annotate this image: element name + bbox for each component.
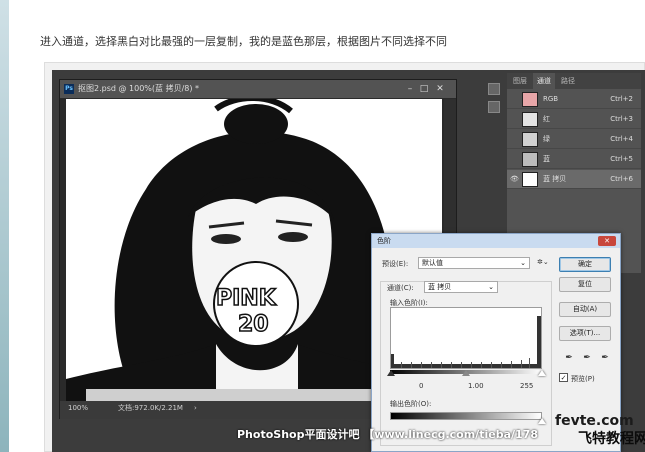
zoom-level[interactable]: 100% xyxy=(68,401,88,415)
chevron-down-icon: ⌄ xyxy=(488,283,494,291)
visibility-toggle-icon[interactable] xyxy=(510,115,519,124)
visibility-toggle-icon[interactable] xyxy=(510,95,519,104)
panel-tabbar: 图层 通道 路径 xyxy=(507,73,641,89)
ok-button[interactable]: 确定 xyxy=(559,257,611,272)
channel-shortcut: Ctrl+6 xyxy=(610,175,633,183)
preview-label: 预览(P) xyxy=(571,375,595,383)
preset-options-gear-icon[interactable]: ✲⌄ xyxy=(537,258,549,266)
gamma-slider[interactable] xyxy=(462,370,470,376)
badge-text-pink: PINK xyxy=(216,286,277,311)
options-button[interactable]: 选项(T)... xyxy=(559,326,611,341)
badge-text-number: 20 xyxy=(238,312,269,337)
channel-name: 蓝 xyxy=(543,155,550,163)
properties-icon[interactable] xyxy=(488,101,500,113)
doc-size-info: 文档:972.0K/2.21M xyxy=(118,404,183,412)
channel-thumbnail xyxy=(522,172,538,187)
preset-select[interactable]: 默认值 ⌄ xyxy=(418,257,530,269)
history-icon[interactable] xyxy=(488,83,500,95)
reset-button[interactable]: 复位 xyxy=(559,277,611,292)
channel-thumbnail xyxy=(522,152,538,167)
tab-layers[interactable]: 图层 xyxy=(509,73,531,89)
channel-thumbnail xyxy=(522,92,538,107)
site-logo-subtext: 飞特教程网 xyxy=(578,428,645,448)
dialog-titlebar[interactable]: 色阶 xyxy=(372,234,620,248)
document-titlebar[interactable]: Ps 抠图2.psd @ 100%(蓝 拷贝/8) * – □ ✕ xyxy=(60,80,456,98)
channel-name: 绿 xyxy=(543,135,550,143)
channel-name: 红 xyxy=(543,115,550,123)
maximize-icon[interactable]: □ xyxy=(418,83,430,95)
auto-button[interactable]: 自动(A) xyxy=(559,302,611,317)
forum-watermark: PhotoShop平面设计吧 【www.linecg.com/tieba/178 xyxy=(237,428,538,441)
channel-shortcut: Ctrl+4 xyxy=(610,135,633,143)
channel-thumbnail xyxy=(522,132,538,147)
channel-label: 通道(C): xyxy=(387,284,414,292)
input-gamma-value[interactable]: 1.00 xyxy=(468,382,484,390)
status-arrow-icon[interactable]: › xyxy=(194,401,197,415)
output-gradient xyxy=(390,412,542,420)
channel-name: 蓝 拷贝 xyxy=(543,175,567,183)
preset-value: 默认值 xyxy=(422,259,443,267)
dialog-title: 色阶 xyxy=(377,237,391,245)
channel-thumbnail xyxy=(522,112,538,127)
article-caption: 进入通道，选择黑白对比最强的一层复制，我的是蓝色那层，根据图片不同选择不同 xyxy=(40,35,447,48)
channel-row-red[interactable]: 红 Ctrl+3 xyxy=(507,110,641,129)
tab-channels[interactable]: 通道 xyxy=(533,73,555,89)
output-white-slider[interactable] xyxy=(538,418,546,424)
black-eyedropper-icon[interactable]: ✒ xyxy=(564,353,574,363)
document-title: 抠图2.psd @ 100%(蓝 拷贝/8) * xyxy=(78,84,200,93)
screenshot-root: 进入通道，选择黑白对比最强的一层复制，我的是蓝色那层，根据图片不同选择不同 Ps… xyxy=(0,0,645,452)
channel-select[interactable]: 蓝 拷贝 ⌄ xyxy=(424,281,498,293)
channel-value: 蓝 拷贝 xyxy=(428,283,452,291)
white-eyedropper-icon[interactable]: ✒ xyxy=(600,353,610,363)
visibility-toggle-icon[interactable] xyxy=(510,155,519,164)
channel-row-rgb[interactable]: RGB Ctrl+2 xyxy=(507,90,641,109)
visibility-toggle-icon[interactable] xyxy=(510,135,519,144)
white-point-slider[interactable] xyxy=(538,370,546,376)
site-logo-text: fevte.com xyxy=(555,413,634,429)
photoshop-icon: Ps xyxy=(64,84,74,94)
output-levels-label: 输出色阶(O): xyxy=(390,400,432,408)
histogram-graph xyxy=(391,316,541,368)
preset-label: 预设(E): xyxy=(382,260,409,268)
input-white-value[interactable]: 255 xyxy=(520,382,533,390)
input-black-value[interactable]: 0 xyxy=(419,382,423,390)
eye-icon[interactable]: 👁 xyxy=(510,175,519,184)
close-icon[interactable]: ✕ xyxy=(434,83,446,95)
channel-shortcut: Ctrl+5 xyxy=(610,155,633,163)
channel-shortcut: Ctrl+2 xyxy=(610,95,633,103)
preview-checkbox[interactable]: ✓ xyxy=(559,373,568,382)
channel-name: RGB xyxy=(543,95,559,103)
channel-row-blue-copy[interactable]: 👁 蓝 拷贝 Ctrl+6 xyxy=(507,170,641,189)
histogram xyxy=(390,307,542,369)
black-point-slider[interactable] xyxy=(387,370,395,376)
panel-dock-icons xyxy=(486,79,502,119)
channel-row-blue[interactable]: 蓝 Ctrl+5 xyxy=(507,150,641,169)
gray-eyedropper-icon[interactable]: ✒ xyxy=(582,353,592,363)
browser-edge xyxy=(0,0,9,452)
channel-shortcut: Ctrl+3 xyxy=(610,115,633,123)
close-icon[interactable]: ✕ xyxy=(598,236,616,246)
channel-row-green[interactable]: 绿 Ctrl+4 xyxy=(507,130,641,149)
chevron-down-icon: ⌄ xyxy=(520,259,526,267)
tab-paths[interactable]: 路径 xyxy=(557,73,579,89)
minimize-icon[interactable]: – xyxy=(404,83,416,95)
